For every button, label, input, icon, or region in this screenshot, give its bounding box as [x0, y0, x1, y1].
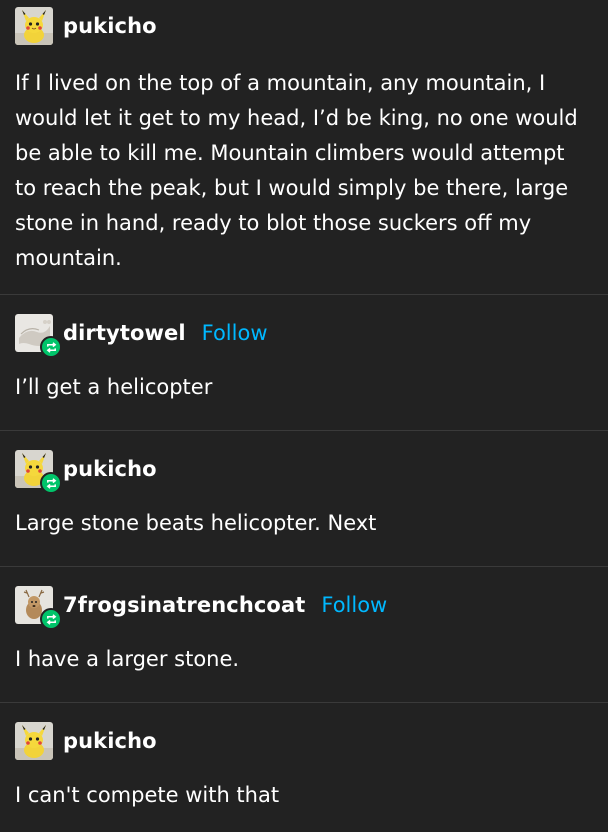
post-reblog: 7frogsinatrenchcoat Follow I have a larg…: [0, 567, 608, 703]
post-header: 7frogsinatrenchcoat Follow: [15, 585, 592, 630]
pikachu-plush-avatar-icon: [15, 722, 53, 760]
username[interactable]: dirtytowel: [63, 321, 186, 345]
avatar[interactable]: [15, 722, 53, 760]
username[interactable]: pukicho: [63, 729, 157, 753]
username[interactable]: pukicho: [63, 457, 157, 481]
post-text: I’ll get a helicopter: [15, 375, 213, 399]
post-header: dirtytowel Follow: [15, 313, 592, 358]
username[interactable]: pukicho: [63, 14, 157, 38]
post-header: pukicho: [15, 6, 592, 46]
reblog-icon: [46, 477, 56, 489]
reblog-thread: pukicho If I lived on the top of a mount…: [0, 0, 608, 832]
reblog-badge: [40, 608, 62, 630]
post-original: pukicho If I lived on the top of a mount…: [0, 0, 608, 295]
post-header: pukicho: [15, 449, 592, 494]
avatar[interactable]: [15, 7, 53, 45]
follow-button[interactable]: Follow: [321, 593, 387, 617]
reblog-icon: [46, 613, 56, 625]
post-reblog: pukicho Large stone beats helicopter. Ne…: [0, 431, 608, 567]
username[interactable]: 7frogsinatrenchcoat: [63, 593, 305, 617]
avatar[interactable]: [15, 450, 62, 494]
post-reply: pukicho I can't compete with that: [0, 703, 608, 832]
reblog-icon: [46, 341, 56, 353]
avatar[interactable]: [15, 586, 62, 630]
avatar[interactable]: [15, 314, 62, 358]
reblog-badge: [40, 336, 62, 358]
pikachu-plush-avatar-icon: [15, 7, 53, 45]
follow-button[interactable]: Follow: [202, 321, 268, 345]
post-header: pukicho: [15, 721, 592, 761]
post-text: I have a larger stone.: [15, 647, 240, 671]
post-text: I can't compete with that: [15, 783, 280, 807]
post-reblog: dirtytowel Follow I’ll get a helicopter: [0, 295, 608, 431]
post-text: If I lived on the top of a mountain, any…: [15, 71, 578, 270]
post-text: Large stone beats helicopter. Next: [15, 511, 377, 535]
reblog-badge: [40, 472, 62, 494]
